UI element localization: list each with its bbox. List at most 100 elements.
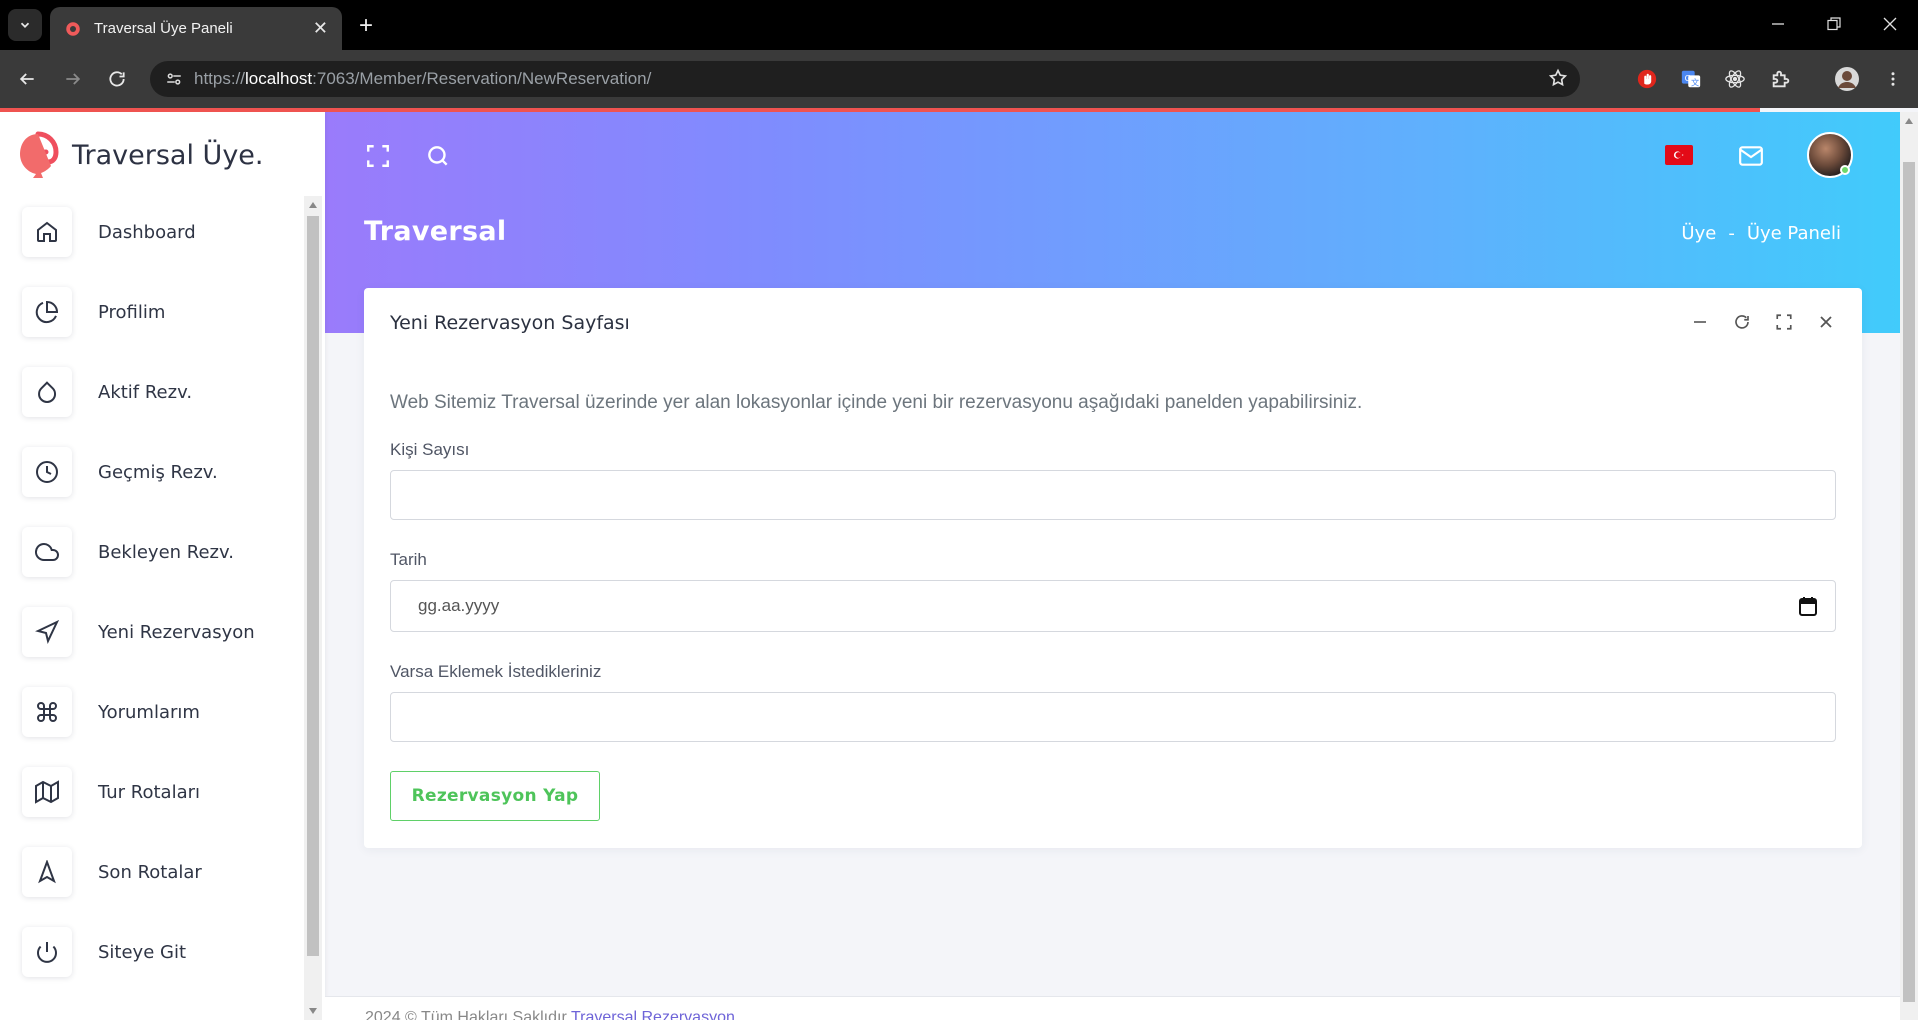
sidebar-item-label: Geçmiş Rezv. — [98, 461, 218, 483]
web-page: Traversal Üye - Üye Paneli Traversal Üye… — [0, 112, 1918, 1020]
sidebar-item-label: Tur Rotaları — [98, 781, 201, 803]
tab-close-icon[interactable]: ✕ — [313, 18, 328, 39]
sidebar-item-yorumlarim[interactable]: Yorumlarım — [0, 672, 305, 752]
page-title: Traversal — [364, 216, 507, 247]
address-bar[interactable]: https://localhost:7063/Member/Reservatio… — [150, 61, 1580, 97]
close-window-button[interactable] — [1870, 10, 1910, 38]
date-label: Tarih — [390, 550, 427, 569]
sidebar-item-yeni-rezervasyon[interactable]: Yeni Rezervasyon — [0, 592, 305, 672]
sidebar-item-tur-rotalari[interactable]: Tur Rotaları — [0, 752, 305, 832]
breadcrumb: Üye - Üye Paneli — [1681, 223, 1841, 244]
sidebar-item-label: Yeni Rezervasyon — [98, 621, 255, 643]
breadcrumb-separator: - — [1728, 223, 1735, 244]
page-footer: 2024 © Tüm Hakları Saklıdır Traversal Re… — [325, 996, 1900, 1020]
browser-tab-strip: Traversal Üye Paneli ✕ + — [0, 0, 1918, 50]
date-placeholder: gg.aa.yyyy — [418, 596, 500, 615]
sidebar-item-profilim[interactable]: Profilim — [0, 272, 305, 352]
browser-toolbar: https://localhost:7063/Member/Reservatio… — [0, 50, 1918, 108]
url-text: https://localhost:7063/Member/Reservatio… — [194, 69, 652, 88]
refresh-card-icon[interactable] — [1732, 312, 1752, 332]
reload-button[interactable] — [102, 64, 132, 94]
extensions-puzzle-icon[interactable] — [1766, 64, 1796, 94]
tab-search-button[interactable] — [8, 9, 42, 41]
card-tools — [1690, 312, 1836, 332]
sidebar-scrollbar[interactable] — [304, 196, 322, 1020]
sidebar-menu: Dashboard Profilim Aktif Rezv. Geçmiş Re… — [0, 192, 305, 992]
browser-menu-icon[interactable] — [1878, 64, 1908, 94]
people-count-input[interactable] — [390, 470, 1836, 520]
close-icon — [1883, 17, 1897, 31]
breadcrumb-item-uye-paneli: Üye Paneli — [1746, 223, 1841, 244]
bookmark-star-icon[interactable] — [1548, 68, 1568, 92]
sidebar-item-label: Siteye Git — [98, 941, 187, 963]
collapse-card-icon[interactable] — [1690, 312, 1710, 332]
calendar-icon[interactable] — [1799, 596, 1817, 621]
browser-tab[interactable]: Traversal Üye Paneli ✕ — [50, 7, 342, 50]
header-search-button[interactable] — [418, 136, 458, 176]
card-title: Yeni Rezervasyon Sayfası — [390, 312, 630, 334]
svg-text:G: G — [1685, 73, 1691, 83]
restore-icon — [1827, 17, 1841, 31]
sidebar-scroll-thumb[interactable] — [307, 216, 319, 956]
chameleon-logo-icon — [20, 131, 59, 178]
restore-window-button[interactable] — [1814, 10, 1854, 38]
sidebar-item-gecmis-rezv[interactable]: Geçmiş Rezv. — [0, 432, 305, 512]
sidebar-item-label: Dashboard — [98, 221, 196, 243]
footer-text: 2024 © Tüm Hakları Saklıdır Traversal Re… — [365, 1009, 735, 1020]
make-reservation-button[interactable]: Rezervasyon Yap — [390, 771, 600, 821]
page-scroll-thumb[interactable] — [1903, 162, 1915, 1002]
brand-name: Traversal Üye. — [72, 139, 264, 171]
droplet-icon — [22, 367, 72, 417]
sidebar-item-aktif-rezv[interactable]: Aktif Rezv. — [0, 352, 305, 432]
sidebar-item-dashboard[interactable]: Dashboard — [0, 192, 305, 272]
react-devtools-extension-icon[interactable] — [1720, 64, 1750, 94]
scroll-up-arrow-icon[interactable] — [309, 202, 317, 208]
close-card-icon[interactable] — [1816, 312, 1836, 332]
date-input[interactable]: gg.aa.yyyy — [390, 580, 1836, 632]
pie-chart-icon — [22, 287, 72, 337]
new-tab-button[interactable]: + — [352, 12, 380, 40]
expand-card-icon[interactable] — [1774, 312, 1794, 332]
sidebar-item-bekleyen-rezv[interactable]: Bekleyen Rezv. — [0, 512, 305, 592]
arrow-left-icon — [19, 73, 34, 85]
sidebar-item-son-rotalar[interactable]: Son Rotalar — [0, 832, 305, 912]
forward-button[interactable] — [58, 64, 88, 94]
sidebar-item-siteye-git[interactable]: Siteye Git — [0, 912, 305, 992]
brand[interactable]: Traversal Üye. — [16, 130, 264, 180]
fullscreen-toggle-button[interactable] — [358, 136, 398, 176]
turkish-flag-icon[interactable] — [1665, 145, 1693, 165]
svg-text:文: 文 — [1691, 77, 1699, 87]
sidebar-item-label: Yorumlarım — [98, 701, 200, 723]
site-info-icon[interactable] — [154, 61, 194, 97]
notes-label: Varsa Eklemek İstedikleriniz — [390, 662, 602, 681]
intro-text: Web Sitemiz Traversal üzerinde yer alan … — [390, 392, 1363, 413]
cloud-icon — [22, 527, 72, 577]
sidebar: Traversal Üye. Dashboard Profilim Aktif … — [0, 112, 325, 1020]
sidebar-item-label: Bekleyen Rezv. — [98, 541, 234, 563]
minimize-icon — [1772, 23, 1784, 25]
messages-button[interactable] — [1731, 136, 1771, 176]
arrow-right-icon — [66, 73, 81, 85]
notes-input[interactable] — [390, 692, 1836, 742]
profile-avatar-icon[interactable] — [1832, 64, 1862, 94]
sidebar-item-label: Son Rotalar — [98, 861, 202, 883]
footer-link[interactable]: Traversal Rezervasyon — [571, 1009, 735, 1020]
online-status-dot — [1840, 165, 1850, 175]
search-icon — [428, 146, 448, 166]
sidebar-item-label: Profilim — [98, 301, 166, 323]
scroll-up-arrow-icon[interactable] — [1905, 118, 1913, 124]
adblock-extension-icon[interactable] — [1632, 64, 1662, 94]
tab-title: Traversal Üye Paneli — [94, 20, 233, 37]
power-icon — [22, 927, 72, 977]
reload-icon — [109, 71, 125, 87]
new-reservation-card: Yeni Rezervasyon Sayfası Web Sitemiz Tra… — [364, 288, 1862, 848]
minimize-window-button[interactable] — [1758, 10, 1798, 38]
command-icon — [22, 687, 72, 737]
navigation-icon — [22, 847, 72, 897]
scroll-down-arrow-icon[interactable] — [309, 1008, 317, 1014]
breadcrumb-item-uye[interactable]: Üye — [1681, 223, 1716, 244]
back-button[interactable] — [12, 64, 42, 94]
page-scrollbar[interactable] — [1900, 112, 1918, 1020]
translate-extension-icon[interactable]: G文 — [1676, 64, 1706, 94]
send-icon — [22, 607, 72, 657]
